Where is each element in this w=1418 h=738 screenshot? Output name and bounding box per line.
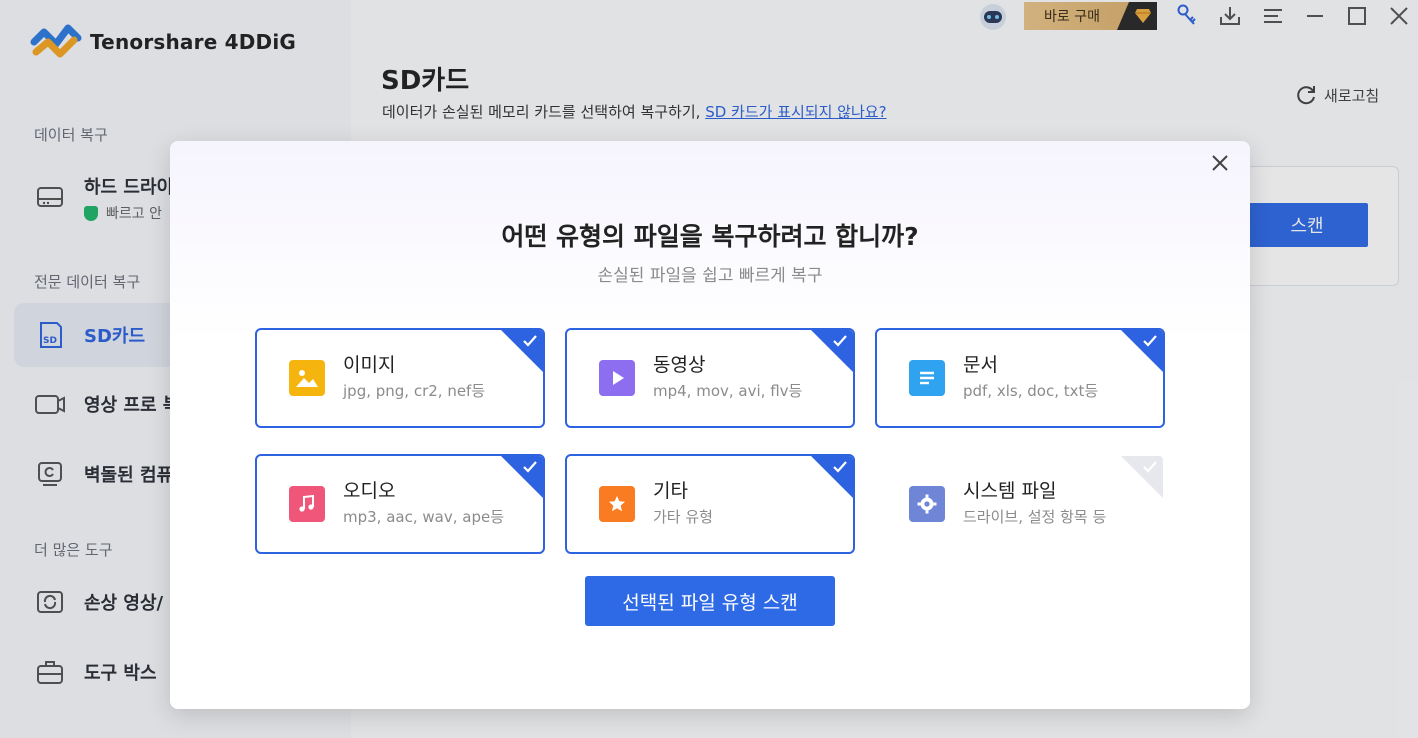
scan-selected-types-button[interactable]: 선택된 파일 유형 스캔 [585,576,835,626]
check-icon [1143,461,1157,473]
file-type-name: 기타 [653,480,688,502]
document-icon [909,360,945,396]
file-type-document[interactable]: 문서 pdf, xls, doc, txt등 [875,328,1165,428]
check-icon [1143,335,1157,347]
file-type-name: 문서 [963,354,998,376]
check-corner [811,330,853,372]
video-icon [599,360,635,396]
file-type-name: 동영상 [653,354,706,376]
check-corner [1121,330,1163,372]
close-dialog-icon[interactable] [1208,151,1232,175]
file-type-audio[interactable]: 오디오 mp3, aac, wav, ape등 [255,454,545,554]
file-type-extensions: mp3, aac, wav, ape등 [343,508,504,526]
file-type-video[interactable]: 동영상 mp4, mov, avi, flv등 [565,328,855,428]
check-corner [1121,456,1163,498]
file-type-extensions: 가타 유형 [653,508,713,526]
star-icon [599,486,635,522]
dialog-subtitle: 손실된 파일을 쉽고 빠르게 복구 [597,266,823,286]
file-type-name: 이미지 [343,354,396,376]
check-icon [833,461,847,473]
check-icon [523,335,537,347]
check-icon [523,461,537,473]
file-type-name: 시스템 파일 [963,480,1057,502]
file-type-extensions: jpg, png, cr2, nef등 [343,382,486,400]
file-type-other[interactable]: 기타 가타 유형 [565,454,855,554]
check-corner [501,456,543,498]
check-icon [833,335,847,347]
image-icon [289,360,325,396]
file-type-system[interactable]: 시스템 파일 드라이브, 설정 항목 등 [875,454,1165,554]
file-type-image[interactable]: 이미지 jpg, png, cr2, nef등 [255,328,545,428]
dialog-title: 어떤 유형의 파일을 복구하려고 합니까? [501,222,919,251]
check-corner [501,330,543,372]
audio-icon [289,486,325,522]
check-corner [811,456,853,498]
file-type-extensions: 드라이브, 설정 항목 등 [963,508,1107,526]
gear-icon [909,486,945,522]
file-type-extensions: pdf, xls, doc, txt등 [963,382,1099,400]
file-type-name: 오디오 [343,480,396,502]
file-type-dialog: 어떤 유형의 파일을 복구하려고 합니까? 손실된 파일을 쉽고 빠르게 복구 … [170,141,1250,709]
file-type-extensions: mp4, mov, avi, flv등 [653,382,803,400]
